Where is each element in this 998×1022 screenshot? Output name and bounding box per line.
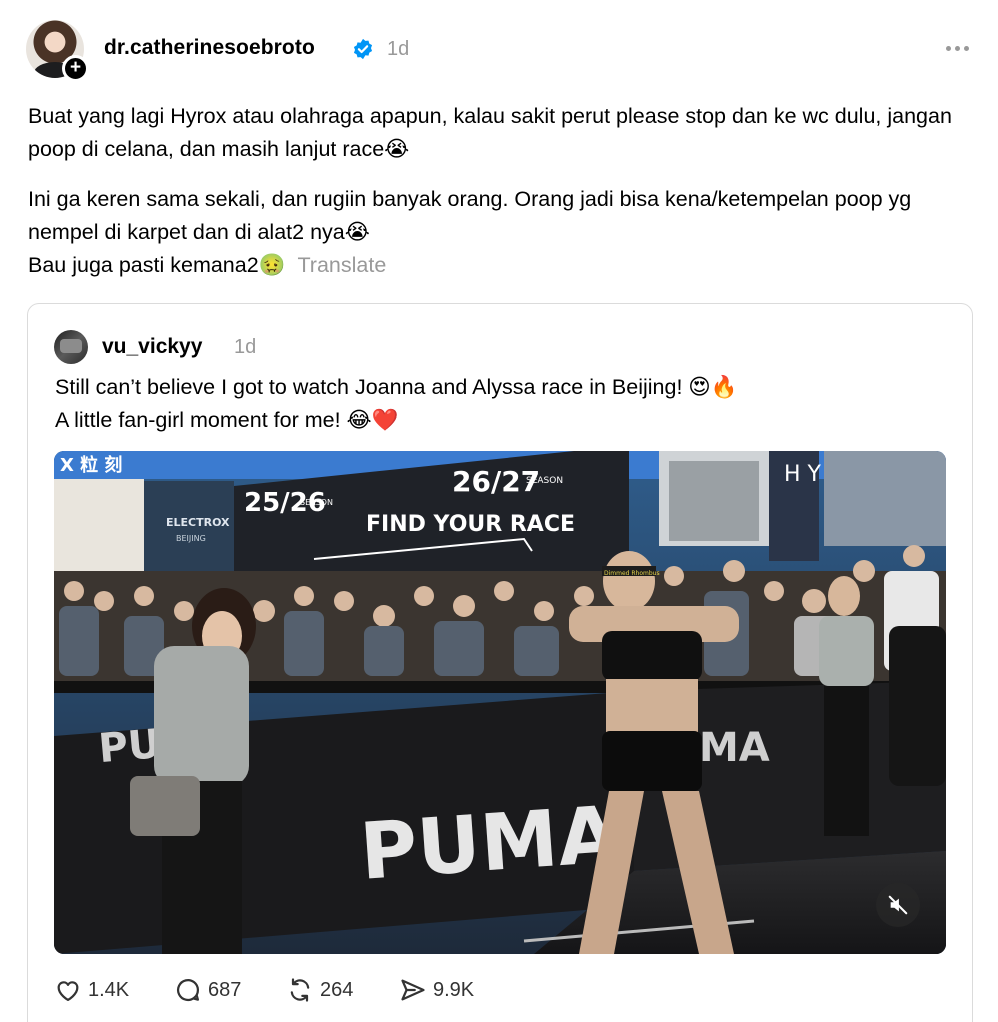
verified-badge-icon — [353, 38, 373, 60]
sign-left-season: SEASON — [300, 498, 333, 507]
speaker-muted-icon — [888, 895, 908, 915]
comment-icon — [176, 979, 200, 1002]
post-paragraph-2-line-1: Ini ga keren sama sekali, dan rugiin ban… — [28, 187, 912, 244]
share-button[interactable]: 9.9K — [399, 972, 474, 1008]
reply-count: 687 — [208, 978, 242, 1001]
headband-text: Dimmed Rhombus — [604, 570, 660, 577]
share-count: 9.9K — [433, 978, 475, 1001]
post-paragraph-2-line-2: Bau juga pasti kemana2🤢 Translate — [28, 249, 968, 282]
post-paragraph-2-line-2-text: Bau juga pasti kemana2🤢 — [28, 253, 286, 277]
quoted-author-avatar[interactable] — [54, 330, 88, 364]
follow-plus-icon[interactable]: + — [62, 55, 89, 82]
action-bar: 1.4K 687 264 9.9K — [54, 972, 554, 1008]
like-button[interactable]: 1.4K — [54, 972, 129, 1008]
top-left-sign-text: X 粒 刻 — [60, 454, 122, 476]
video-player[interactable]: X 粒 刻 ELECTROX BEIJING 25/26 SEASON 26/2… — [54, 451, 946, 954]
quoted-author-username[interactable]: vu_vickyy — [102, 335, 202, 359]
sign-headline: FIND YOUR RACE — [366, 512, 575, 537]
post-time[interactable]: 1d — [387, 38, 409, 61]
repost-icon — [290, 978, 310, 1002]
reply-button[interactable]: 687 — [174, 972, 241, 1008]
sign-right-season: SEASON — [526, 476, 563, 486]
quoted-post-line-2: A little fan-girl moment for me! 😂❤️ — [55, 408, 399, 432]
booth-brand-text: ELECTROX — [166, 516, 230, 529]
svg-text:PU: PU — [97, 721, 163, 772]
repost-count: 264 — [320, 978, 354, 1001]
share-send-icon — [401, 979, 425, 1001]
post-paragraph-2: Ini ga keren sama sekali, dan rugiin ban… — [28, 183, 968, 282]
author-username[interactable]: dr.catherinesoebroto — [104, 36, 315, 60]
more-options-icon[interactable] — [940, 36, 974, 60]
booth-city-text: BEIJING — [176, 534, 206, 543]
puma-banner-text: PUMA — [357, 790, 621, 898]
video-frame: X 粒 刻 ELECTROX BEIJING 25/26 SEASON 26/2… — [54, 451, 946, 954]
quoted-post-line-1: Still can’t believe I got to watch Joann… — [55, 375, 738, 399]
quoted-post-time[interactable]: 1d — [234, 336, 256, 359]
svg-text:MA: MA — [699, 725, 770, 771]
side-letters: H Y — [784, 462, 822, 487]
quoted-post-text: Still can’t believe I got to watch Joann… — [55, 371, 955, 437]
post-paragraph-1: Buat yang lagi Hyrox atau olahraga apapu… — [28, 104, 952, 161]
repost-button[interactable]: 264 — [286, 972, 353, 1008]
like-count: 1.4K — [88, 978, 130, 1001]
heart-icon — [57, 981, 79, 1002]
translate-link[interactable]: Translate — [297, 253, 386, 277]
mute-toggle-button[interactable] — [876, 883, 920, 927]
